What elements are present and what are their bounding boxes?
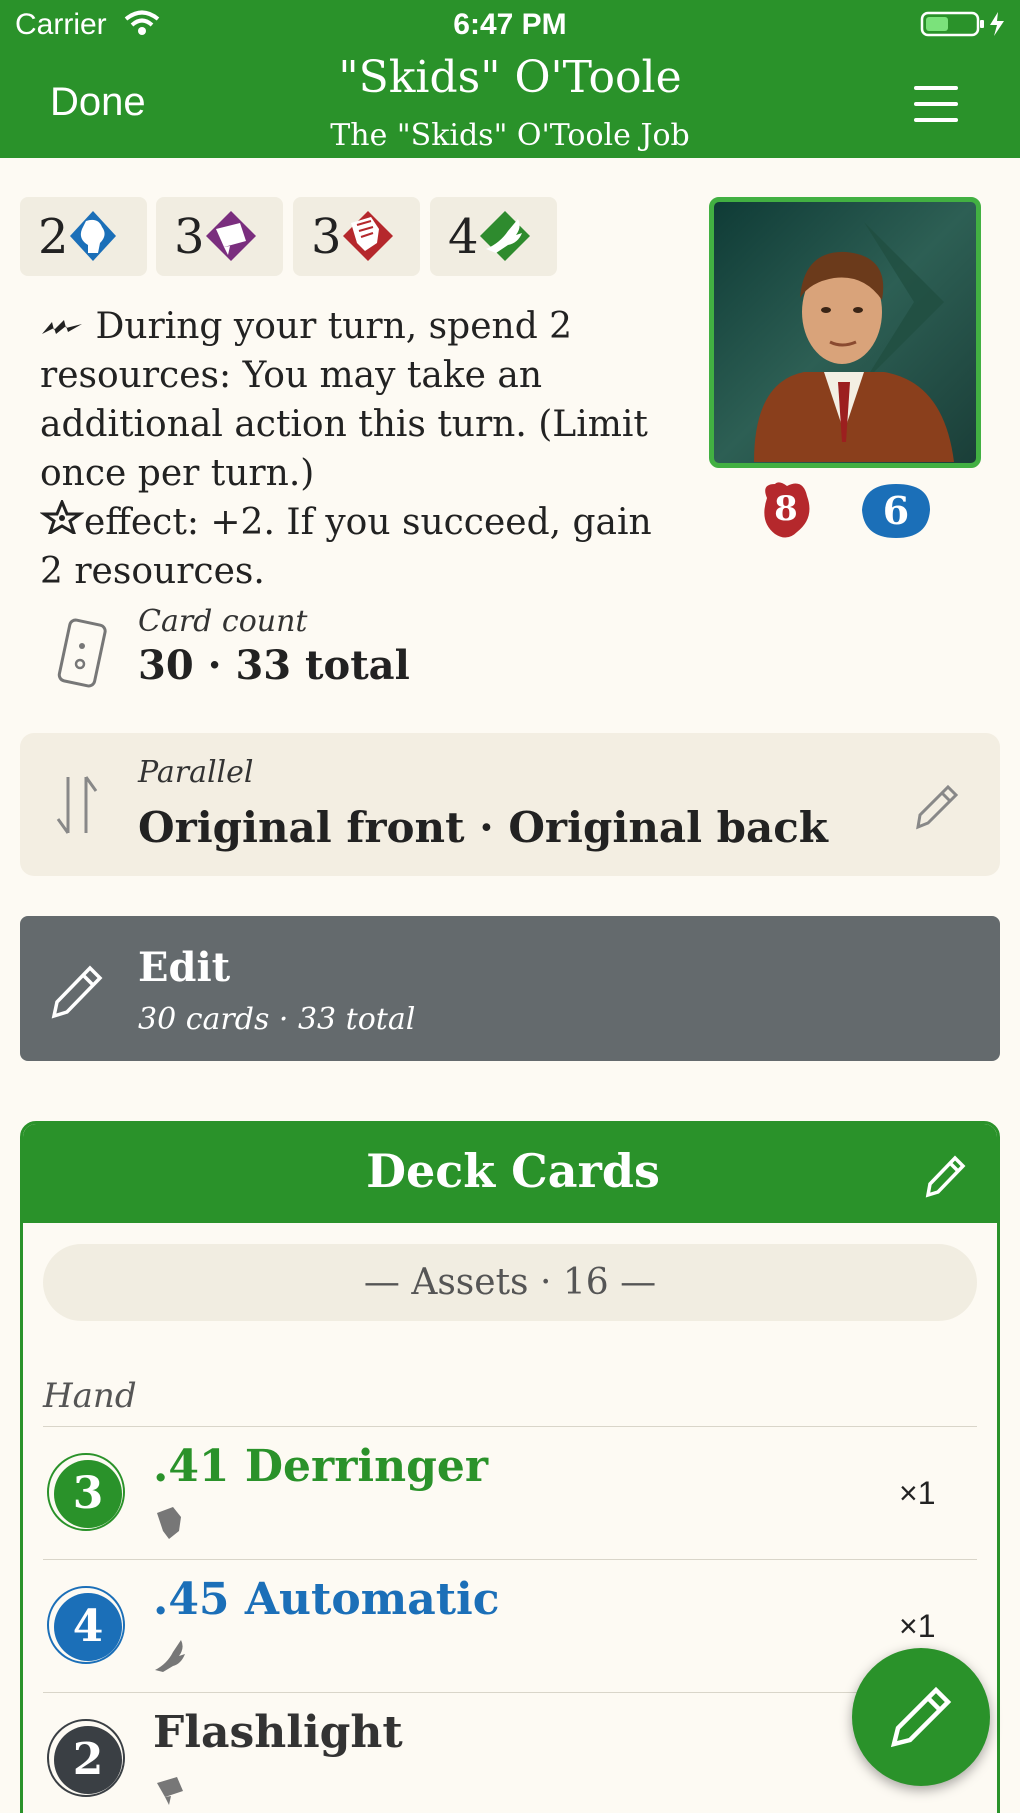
pencil-icon[interactable]: [912, 781, 960, 833]
card-quantity: ×1: [899, 1608, 936, 1644]
card-name: .45 Automatic: [153, 1574, 500, 1625]
parallel-row[interactable]: Parallel Original front · Original back: [20, 733, 1000, 876]
svg-text:6: 6: [883, 488, 909, 533]
svg-text:8: 8: [774, 489, 798, 529]
skill-value: 4: [448, 209, 479, 265]
edit-deck-button[interactable]: Edit 30 cards · 33 total: [20, 916, 1000, 1061]
battery-icon: [920, 11, 1004, 37]
parallel-value: Original front · Original back: [138, 803, 828, 852]
card-name: Flashlight: [153, 1707, 403, 1758]
ability-text: During your turn, spend 2 resources: You…: [40, 302, 680, 596]
parallel-label: Parallel: [138, 755, 254, 790]
card-quantity: ×1: [899, 1475, 936, 1511]
skill-value: 2: [38, 209, 69, 265]
group-label-hand: Hand: [43, 1376, 137, 1416]
combat-icon: [157, 1507, 181, 1539]
sanity-icon: 6: [862, 484, 930, 538]
intellect-icon: [206, 211, 256, 261]
edit-title: Edit: [138, 944, 231, 991]
card-row[interactable]: 4 .45 Automatic ×1: [23, 1560, 997, 1692]
card-row[interactable]: 3 .41 Derringer ×1: [23, 1427, 997, 1559]
card-count-label: Card count: [138, 604, 308, 639]
health-icon: 8: [764, 482, 810, 538]
page-title: "Skids" O'Toole: [338, 52, 682, 103]
pencil-icon: [51, 965, 103, 1019]
skill-value: 3: [311, 209, 342, 265]
pencil-icon: [890, 1686, 952, 1748]
willpower-icon: [70, 211, 116, 261]
agility-icon: [155, 1640, 185, 1672]
ability-line-1: During your turn, spend 2 resources: You…: [40, 306, 648, 494]
nav-header: Carrier 6:47 PM Done "Skids" O'Toole The…: [0, 0, 1020, 158]
agility-icon: [480, 211, 530, 261]
deck-cards-header: Deck Cards: [23, 1124, 997, 1223]
cost-badge: 4: [47, 1586, 125, 1664]
pencil-icon[interactable]: [923, 1152, 967, 1200]
page-subtitle: The "Skids" O'Toole Job: [330, 118, 690, 153]
skill-value: 3: [174, 209, 205, 265]
cost-badge: 2: [47, 1719, 125, 1797]
intellect-icon: [157, 1777, 183, 1805]
action-icon: [42, 320, 82, 334]
status-bar: Carrier 6:47 PM: [0, 0, 1020, 50]
edit-subtitle: 30 cards · 33 total: [138, 1002, 416, 1037]
card-icon: [57, 618, 107, 688]
edit-fab-button[interactable]: [852, 1648, 990, 1786]
swap-arrows-icon: [56, 776, 98, 834]
hamburger-menu-icon[interactable]: [914, 86, 958, 122]
cost-badge: 3: [47, 1453, 125, 1531]
skill-combat: 3: [293, 197, 420, 276]
section-header-assets[interactable]: — Assets · 16 —: [43, 1244, 977, 1321]
deck-cards-title: Deck Cards: [366, 1144, 660, 1198]
sanity-stat: 6 6: [858, 478, 934, 546]
portrait-image: [754, 222, 954, 462]
health-stat: 8 8: [757, 478, 815, 546]
ability-line-2: effect: +2. If you succeed, gain 2 resou…: [40, 502, 652, 592]
skill-intellect: 3: [156, 197, 283, 276]
elder-sign-icon: [40, 500, 84, 534]
skill-agility: 4: [430, 197, 557, 276]
clock: 6:47 PM: [453, 8, 567, 41]
combat-icon: [343, 211, 393, 261]
skill-willpower: 2: [20, 197, 147, 276]
card-name: .41 Derringer: [153, 1441, 489, 1492]
investigator-portrait[interactable]: [709, 197, 981, 468]
card-count-value: 30 · 33 total: [138, 642, 410, 689]
